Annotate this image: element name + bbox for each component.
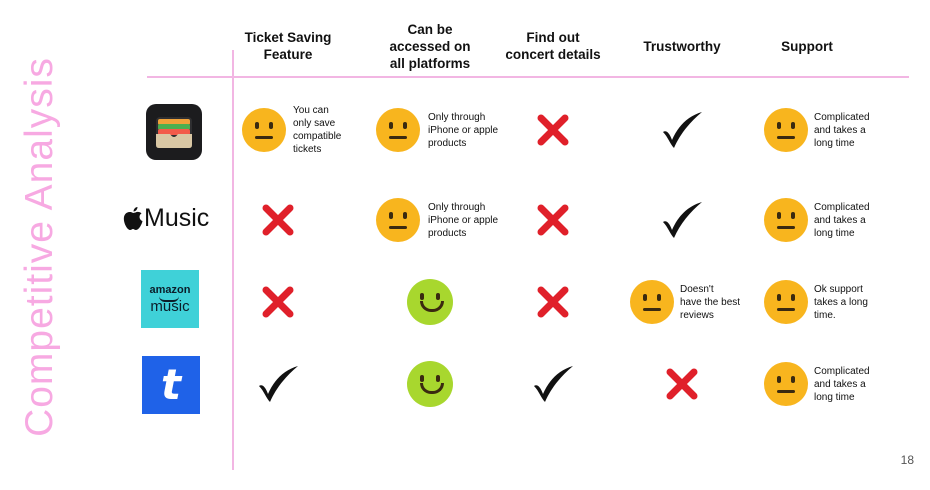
cell-note: Doesn't have the best reviews (680, 283, 741, 321)
neutral-face-icon (764, 280, 808, 324)
neutral-face-icon (764, 198, 808, 242)
cross-icon (666, 368, 698, 400)
neutral-face-icon (242, 108, 286, 152)
neutral-face-icon (376, 108, 420, 152)
apple-music-text: Music (144, 204, 210, 232)
cell-note: Only through iPhone or apple products (428, 111, 499, 149)
check-icon (663, 202, 702, 238)
apple-icon (123, 207, 143, 230)
column-divider (232, 50, 234, 470)
cell-note: Complicated and takes a long time (814, 111, 870, 149)
cross-icon (537, 204, 569, 236)
amazon-text: amazon (149, 284, 191, 296)
cell-note: Only through iPhone or apple products (428, 201, 499, 239)
cell-note: Ok support takes a long time. (814, 283, 868, 321)
cell-note: You can only save compatible tickets (293, 105, 342, 155)
ticketmaster-logo: t (142, 356, 200, 414)
neutral-face-icon (764, 362, 808, 406)
column-header: Trustworthy (643, 38, 721, 54)
ticketmaster-t: t (160, 360, 182, 409)
happy-face-icon (407, 279, 453, 325)
page-number: 18 (900, 453, 914, 467)
amazon-music-logo: amazon music (141, 270, 199, 328)
neutral-face-icon (376, 198, 420, 242)
cell-note: Complicated and takes a long time (814, 201, 870, 239)
column-header: Find out concert details (505, 30, 601, 62)
apple-music-logo: Music (122, 204, 222, 234)
column-header: Support (781, 38, 833, 54)
cross-icon (537, 114, 569, 146)
neutral-face-icon (630, 280, 674, 324)
check-icon (259, 366, 298, 402)
page-title: Competitive Analysis (18, 57, 61, 437)
header-divider (147, 76, 909, 78)
wallet-app-icon (146, 104, 202, 160)
cross-icon (537, 286, 569, 318)
neutral-face-icon (764, 108, 808, 152)
column-header: Can be accessed on all platforms (389, 21, 471, 71)
cross-icon (262, 204, 294, 236)
column-header: Ticket Saving Feature (244, 30, 332, 62)
check-icon (663, 112, 702, 148)
happy-face-icon (407, 361, 453, 407)
cross-icon (262, 286, 294, 318)
check-icon (534, 366, 573, 402)
music-text: music (150, 298, 190, 315)
cell-note: Complicated and takes a long time (814, 365, 870, 403)
